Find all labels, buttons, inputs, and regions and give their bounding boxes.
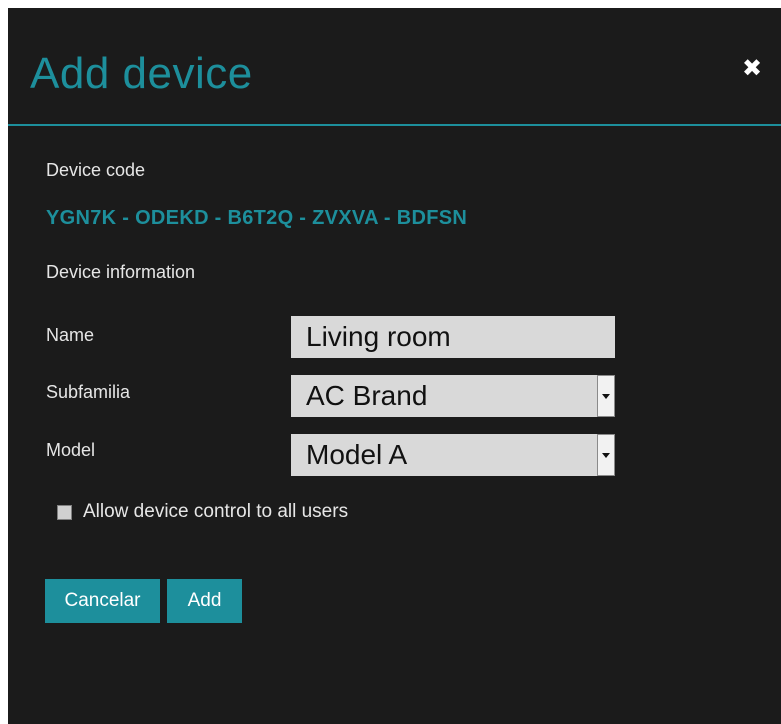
chevron-down-icon	[602, 453, 610, 458]
chevron-down-icon	[602, 394, 610, 399]
device-information-label: Device information	[46, 262, 196, 282]
allow-control-label: Allow device control to all users	[83, 501, 349, 522]
device-code-value: YGN7K - ODEKD - B6T2Q - ZVXVA - BDFSN	[46, 207, 468, 229]
name-input[interactable]: Living room	[291, 316, 615, 358]
model-dropdown-button[interactable]	[597, 434, 615, 476]
cancel-button[interactable]: Cancelar	[45, 579, 160, 623]
title-divider	[8, 124, 781, 126]
dialog-title: Add device	[30, 49, 253, 98]
model-select[interactable]: Model A	[291, 434, 597, 476]
add-button[interactable]: Add	[167, 579, 242, 623]
subfamilia-label: Subfamilia	[46, 382, 131, 402]
close-icon[interactable]: ✖	[742, 57, 762, 81]
name-label: Name	[46, 325, 95, 345]
device-code-label: Device code	[46, 160, 146, 180]
subfamilia-select[interactable]: AC Brand	[291, 375, 597, 417]
allow-control-checkbox[interactable]	[57, 505, 72, 520]
add-device-dialog: Add device ✖ Device code YGN7K - ODEKD -…	[8, 8, 781, 724]
model-label: Model	[46, 440, 96, 460]
subfamilia-dropdown-button[interactable]	[597, 375, 615, 417]
